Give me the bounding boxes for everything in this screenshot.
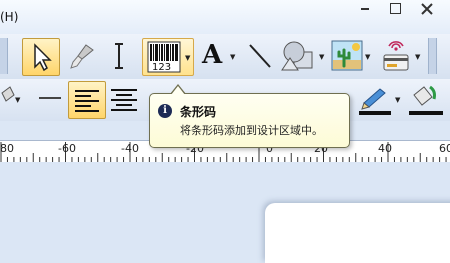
tooltip-pointer-fill (171, 86, 185, 95)
close-icon (421, 3, 433, 15)
shape-tool-button[interactable]: ▼ (280, 38, 326, 74)
barcode-dropdown-caret[interactable]: ▼ (185, 54, 190, 62)
diagonal-line-icon (249, 44, 271, 68)
rfid-tool-button[interactable]: ▼ (378, 38, 422, 74)
minimize-icon (361, 8, 369, 10)
ruler-label: -60 (58, 142, 76, 155)
line-color-button[interactable]: ▼ (356, 81, 402, 117)
toolbar-drawing-tools: 123 ▼ A ▼ ▼ ▼ ▼ (0, 34, 450, 80)
pen-color-icon (359, 88, 391, 115)
paint-bucket-fill-icon (409, 85, 443, 115)
select-tool-button[interactable] (22, 38, 60, 76)
text-a-icon: A (202, 40, 223, 70)
fill-bucket-color-button[interactable] (406, 81, 450, 117)
maximize-icon (390, 3, 401, 14)
info-icon: i (158, 104, 172, 118)
text-cursor-button[interactable] (106, 38, 132, 74)
horizontal-line-icon (39, 97, 61, 99)
fill-dropdown-caret[interactable]: ▼ (15, 96, 20, 104)
minimize-button[interactable] (356, 0, 374, 20)
align-center-button[interactable] (108, 81, 140, 117)
image-dropdown-caret[interactable]: ▼ (365, 53, 370, 61)
i-beam-icon (115, 43, 123, 69)
align-left-button[interactable] (68, 81, 106, 119)
tooltip-description: 将条形码添加到设计区域中。 (180, 124, 323, 137)
ruler-label: 40 (378, 142, 392, 155)
text-dropdown-caret[interactable]: ▼ (230, 53, 235, 61)
maximize-button[interactable] (386, 0, 404, 20)
ruler-label: 80 (0, 142, 14, 155)
image-tool-button[interactable]: ▼ (330, 38, 372, 74)
rfid-dropdown-caret[interactable]: ▼ (415, 53, 420, 61)
fill-color-button[interactable]: ▼ (0, 81, 22, 115)
toolbar-grip-right[interactable] (428, 38, 437, 74)
menu-help[interactable]: (H) (0, 10, 18, 24)
rfid-card-icon (383, 41, 409, 71)
menu-bar: (H) (0, 0, 450, 34)
label-design-page[interactable] (265, 203, 450, 263)
barcode-tool-button[interactable]: 123 ▼ (142, 38, 194, 76)
shapes-icon (281, 41, 313, 71)
ruler-label: 60 (439, 142, 450, 155)
close-button[interactable] (418, 0, 436, 20)
shape-dropdown-caret[interactable]: ▼ (319, 53, 324, 61)
brush-icon (70, 44, 94, 69)
align-left-icon (75, 90, 99, 112)
align-center-icon (111, 89, 137, 111)
toolbar-grip[interactable] (0, 38, 8, 74)
line-style-button[interactable] (36, 81, 64, 115)
barcode-tooltip: i 条形码 将条形码添加到设计区域中。 (149, 93, 350, 148)
tooltip-title: 条形码 (180, 105, 217, 119)
line-tool-button[interactable] (244, 38, 274, 74)
pointer-arrow-icon (34, 43, 52, 72)
picture-cactus-icon (331, 40, 363, 71)
barcode-caption: 123 (152, 62, 172, 73)
text-tool-button[interactable]: A ▼ (198, 38, 238, 74)
ruler-label: -40 (121, 142, 139, 155)
line-color-dropdown-caret[interactable]: ▼ (395, 96, 400, 104)
format-painter-button[interactable] (64, 38, 100, 74)
